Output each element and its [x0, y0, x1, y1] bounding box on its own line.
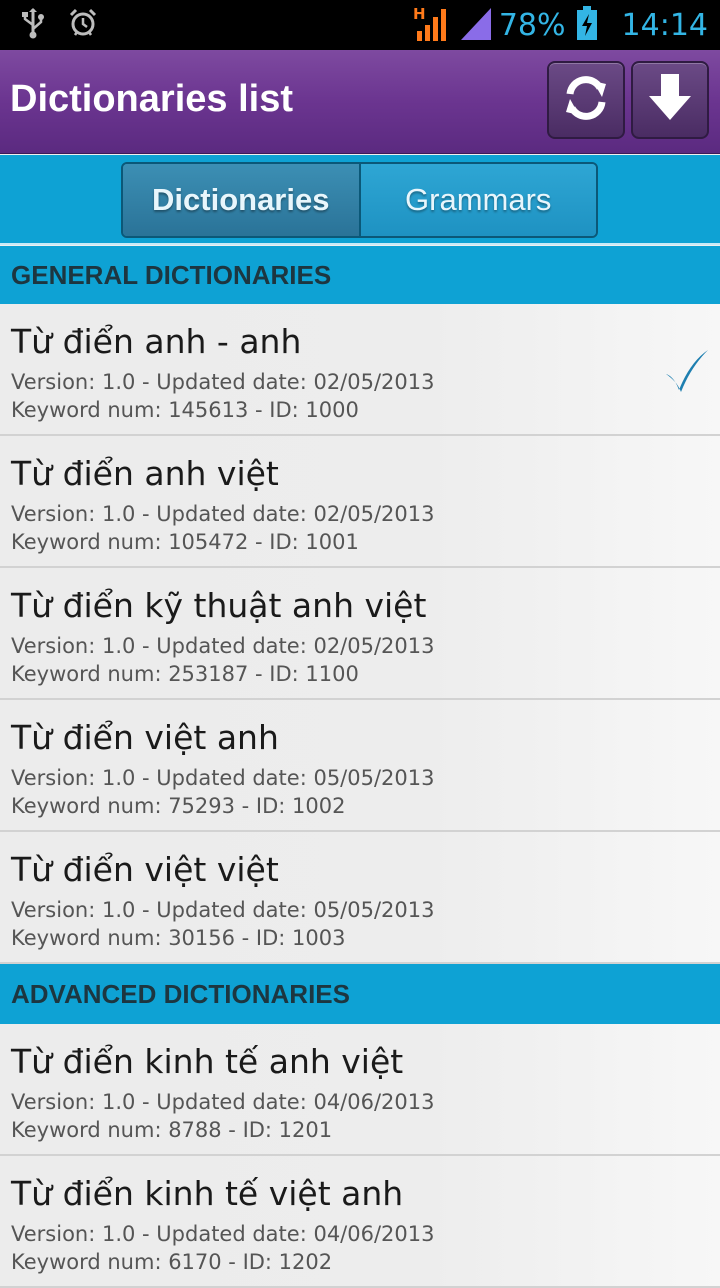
battery-percent: 78% — [498, 7, 566, 43]
alarm-icon — [68, 8, 98, 42]
tab-grammars[interactable]: Grammars — [360, 164, 596, 236]
item-version: Version: 1.0 - Updated date: 05/05/2013 — [11, 898, 435, 922]
page-title: Dictionaries list — [10, 78, 293, 120]
svg-text:H: H — [413, 5, 426, 23]
section-header-general: GENERAL DICTIONARIES — [0, 246, 720, 304]
item-title: Từ điển kinh tế anh việt — [11, 1042, 404, 1081]
list-item[interactable]: Từ điển việt việt Version: 1.0 - Updated… — [0, 832, 720, 964]
action-bar: Dictionaries list — [0, 50, 720, 154]
item-keywords: Keyword num: 75293 - ID: 1002 — [11, 794, 346, 818]
status-bar: H 78% 14:14 — [0, 0, 720, 50]
wifi-signal-icon — [459, 6, 493, 44]
item-version: Version: 1.0 - Updated date: 02/05/2013 — [11, 634, 435, 658]
checkmark-icon — [664, 348, 710, 398]
list-item[interactable]: Từ điển kinh tế việt anh Version: 1.0 - … — [0, 1156, 720, 1288]
clock: 14:14 — [621, 7, 708, 43]
item-version: Version: 1.0 - Updated date: 02/05/2013 — [11, 370, 435, 394]
list-item[interactable]: Từ điển anh việt Version: 1.0 - Updated … — [0, 436, 720, 568]
list-item[interactable]: Từ điển kinh tế anh việt Version: 1.0 - … — [0, 1024, 720, 1156]
usb-icon — [20, 7, 46, 43]
item-title: Từ điển kinh tế việt anh — [11, 1174, 404, 1213]
item-version: Version: 1.0 - Updated date: 04/06/2013 — [11, 1090, 435, 1114]
list-item[interactable]: Từ điển việt anh Version: 1.0 - Updated … — [0, 700, 720, 832]
list-item[interactable]: Từ điển kỹ thuật anh việt Version: 1.0 -… — [0, 568, 720, 700]
item-title: Từ điển việt việt — [11, 850, 279, 889]
tab-dictionaries[interactable]: Dictionaries — [123, 164, 361, 236]
item-keywords: Keyword num: 145613 - ID: 1000 — [11, 398, 359, 422]
tab-group: Dictionaries Grammars — [121, 162, 598, 238]
item-version: Version: 1.0 - Updated date: 05/05/2013 — [11, 766, 435, 790]
battery-charging-icon — [576, 6, 598, 44]
section-header-advanced: ADVANCED DICTIONARIES — [0, 964, 720, 1024]
item-title: Từ điển việt anh — [11, 718, 279, 757]
item-keywords: Keyword num: 30156 - ID: 1003 — [11, 926, 346, 950]
sync-button[interactable] — [547, 61, 625, 139]
signal-h-icon: H — [413, 5, 449, 45]
list-item[interactable]: Từ điển anh - anh Version: 1.0 - Updated… — [0, 304, 720, 436]
item-keywords: Keyword num: 105472 - ID: 1001 — [11, 530, 359, 554]
download-button[interactable] — [631, 61, 709, 139]
item-keywords: Keyword num: 8788 - ID: 1201 — [11, 1118, 333, 1142]
item-title: Từ điển anh - anh — [11, 322, 302, 361]
download-icon — [646, 72, 694, 128]
dictionary-list: GENERAL DICTIONARIES Từ điển anh - anh V… — [0, 246, 720, 1288]
sync-icon — [560, 72, 612, 128]
item-version: Version: 1.0 - Updated date: 04/06/2013 — [11, 1222, 435, 1246]
tab-strip: Dictionaries Grammars — [0, 155, 720, 245]
item-title: Từ điển kỹ thuật anh việt — [11, 586, 427, 625]
item-keywords: Keyword num: 253187 - ID: 1100 — [11, 662, 359, 686]
item-title: Từ điển anh việt — [11, 454, 279, 493]
item-keywords: Keyword num: 6170 - ID: 1202 — [11, 1250, 333, 1274]
item-version: Version: 1.0 - Updated date: 02/05/2013 — [11, 502, 435, 526]
